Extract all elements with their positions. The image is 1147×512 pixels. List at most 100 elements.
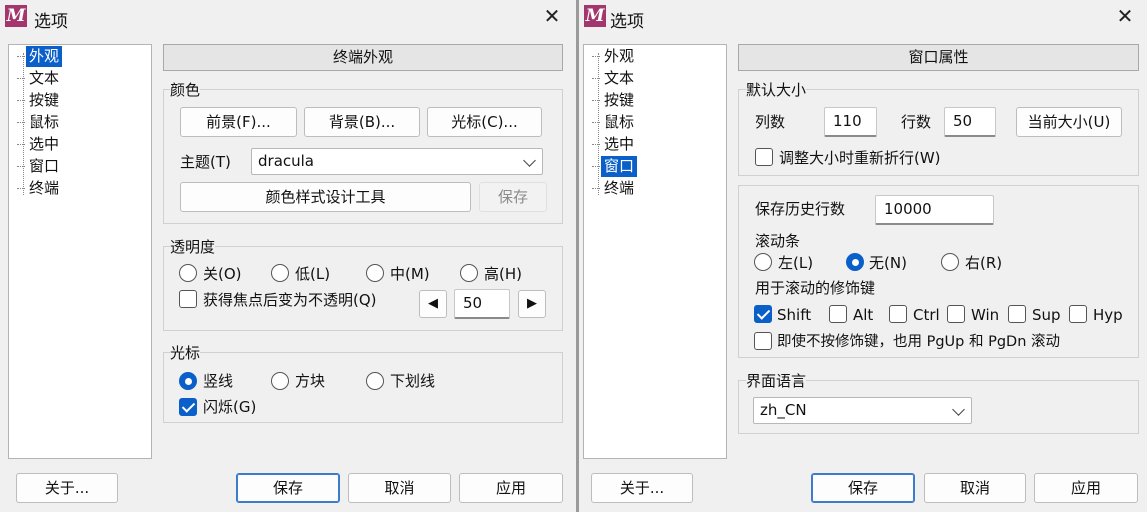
tree-item-text[interactable]: 文本 <box>16 68 62 89</box>
scrollbar-none-label: 无(N) <box>869 254 907 272</box>
cursor-block-label: 方块 <box>295 372 326 390</box>
cursor-bar-radio[interactable] <box>179 372 197 390</box>
color-group-label: 颜色 <box>170 79 201 100</box>
history-lines-input[interactable]: 10000 <box>875 195 994 225</box>
rewrap-checkbox[interactable] <box>755 148 773 166</box>
save-button[interactable]: 保存 <box>236 473 340 503</box>
apply-button[interactable]: 应用 <box>459 473 563 503</box>
current-size-button[interactable]: 当前大小(U) <box>1016 107 1122 137</box>
save-button[interactable]: 保存 <box>811 473 915 503</box>
close-icon[interactable]: ✕ <box>1114 6 1136 28</box>
titlebar: M 选项 ✕ <box>0 0 576 36</box>
category-tree: 外观 文本 按键 鼠标 选中 窗口 终端 <box>583 44 727 459</box>
arrow-left-icon[interactable]: ◀ <box>419 290 447 318</box>
tree-item-mouse[interactable]: 鼠标 <box>16 112 62 133</box>
modifier-alt-label: Alt <box>853 306 874 324</box>
columns-input[interactable]: 110 <box>824 107 877 137</box>
tree-item-window[interactable]: 窗口 <box>591 156 638 177</box>
scrollbar-label: 滚动条 <box>755 232 801 250</box>
transparency-medium-label: 中(M) <box>390 265 430 283</box>
app-icon: M <box>5 5 27 27</box>
cursor-underline-radio[interactable] <box>366 372 384 390</box>
tree-item-terminal[interactable]: 终端 <box>16 178 62 199</box>
tree-item-selection[interactable]: 选中 <box>591 134 637 155</box>
tree-item-window[interactable]: 窗口 <box>16 156 62 177</box>
foreground-button[interactable]: 前景(F)... <box>180 107 297 137</box>
background-button[interactable]: 背景(B)... <box>304 107 420 137</box>
rewrap-label: 调整大小时重新折行(W) <box>779 149 941 167</box>
opaque-on-focus-label: 获得焦点后变为不透明(Q) <box>203 291 377 309</box>
scroll-modifier-label: 用于滚动的修饰键 <box>755 279 876 297</box>
theme-value: dracula <box>258 152 314 170</box>
color-designer-button[interactable]: 颜色样式设计工具 <box>180 182 471 212</box>
transparency-low-radio[interactable] <box>271 264 289 282</box>
apply-button[interactable]: 应用 <box>1034 473 1138 503</box>
transparency-high-label: 高(H) <box>484 265 522 283</box>
cursor-bar-label: 竖线 <box>203 372 234 390</box>
modifier-hyp-label: Hyp <box>1093 306 1123 324</box>
cursor-block-radio[interactable] <box>271 372 289 390</box>
transparency-high-radio[interactable] <box>460 264 478 282</box>
modifier-win-label: Win <box>971 306 1000 324</box>
window-title: 选项 <box>34 12 68 32</box>
chevron-down-icon <box>952 403 965 416</box>
modifier-sup-label: Sup <box>1032 306 1061 324</box>
modifier-ctrl-checkbox[interactable] <box>889 305 907 323</box>
cancel-button[interactable]: 取消 <box>348 473 451 503</box>
language-select[interactable]: zh_CN <box>753 397 972 424</box>
default-size-label: 默认大小 <box>746 79 807 100</box>
tree-item-selection[interactable]: 选中 <box>16 134 62 155</box>
tree-connector <box>598 53 599 195</box>
cursor-group-label: 光标 <box>170 342 201 363</box>
theme-select[interactable]: dracula <box>251 148 543 175</box>
opaque-on-focus-checkbox[interactable] <box>179 290 197 308</box>
cursor-color-button[interactable]: 光标(C)... <box>427 107 542 137</box>
rows-input[interactable]: 50 <box>944 107 996 137</box>
tree-item-appearance[interactable]: 外观 <box>591 46 637 67</box>
transparency-medium-radio[interactable] <box>366 264 384 282</box>
rows-label: 行数 <box>901 113 932 131</box>
transparency-value-input[interactable]: 50 <box>454 289 510 319</box>
language-group-label: 界面语言 <box>746 370 807 391</box>
language-value: zh_CN <box>760 401 807 419</box>
modifier-alt-checkbox[interactable] <box>829 305 847 323</box>
tree-item-mouse[interactable]: 鼠标 <box>591 112 637 133</box>
cursor-underline-label: 下划线 <box>390 372 436 390</box>
window-title: 选项 <box>610 12 644 32</box>
about-button[interactable]: 关于... <box>16 473 118 503</box>
cursor-blink-checkbox[interactable] <box>179 398 197 416</box>
tree-item-text[interactable]: 文本 <box>591 68 637 89</box>
panel-title: 窗口属性 <box>738 44 1139 71</box>
tree-item-appearance[interactable]: 外观 <box>16 46 63 67</box>
modifier-shift-label: Shift <box>777 306 812 324</box>
scrollbar-left-radio[interactable] <box>754 253 772 271</box>
app-icon: M <box>584 5 606 27</box>
modifier-sup-checkbox[interactable] <box>1008 305 1026 323</box>
pgup-scroll-checkbox[interactable] <box>754 332 772 350</box>
chevron-down-icon <box>523 154 536 167</box>
modifier-shift-checkbox[interactable] <box>754 305 772 323</box>
pgup-scroll-label: 即使不按修饰键，也用 PgUp 和 PgDn 滚动 <box>777 334 1061 350</box>
modifier-ctrl-label: Ctrl <box>913 306 940 324</box>
titlebar: M 选项 ✕ <box>579 0 1147 36</box>
transparency-off-label: 关(O) <box>203 265 242 283</box>
scrollbar-none-radio[interactable] <box>846 253 864 271</box>
options-dialog-window: M 选项 ✕ 外观 文本 按键 鼠标 选中 窗口 终端 窗口属性 默认大小 列数… <box>579 0 1147 512</box>
tree-connector <box>23 53 24 195</box>
transparency-off-radio[interactable] <box>179 264 197 282</box>
modifier-win-checkbox[interactable] <box>947 305 965 323</box>
theme-label: 主题(T) <box>180 153 231 171</box>
tree-item-keys[interactable]: 按键 <box>591 90 637 111</box>
theme-save-button[interactable]: 保存 <box>479 182 547 212</box>
about-button[interactable]: 关于... <box>591 473 693 503</box>
scrollbar-right-radio[interactable] <box>941 253 959 271</box>
scrollbar-left-label: 左(L) <box>778 254 814 272</box>
arrow-right-icon[interactable]: ▶ <box>518 290 546 318</box>
columns-label: 列数 <box>755 113 786 131</box>
modifier-hyp-checkbox[interactable] <box>1069 305 1087 323</box>
close-icon[interactable]: ✕ <box>541 6 563 28</box>
tree-item-terminal[interactable]: 终端 <box>591 178 637 199</box>
category-tree: 外观 文本 按键 鼠标 选中 窗口 终端 <box>8 44 152 459</box>
tree-item-keys[interactable]: 按键 <box>16 90 62 111</box>
cancel-button[interactable]: 取消 <box>924 473 1026 503</box>
